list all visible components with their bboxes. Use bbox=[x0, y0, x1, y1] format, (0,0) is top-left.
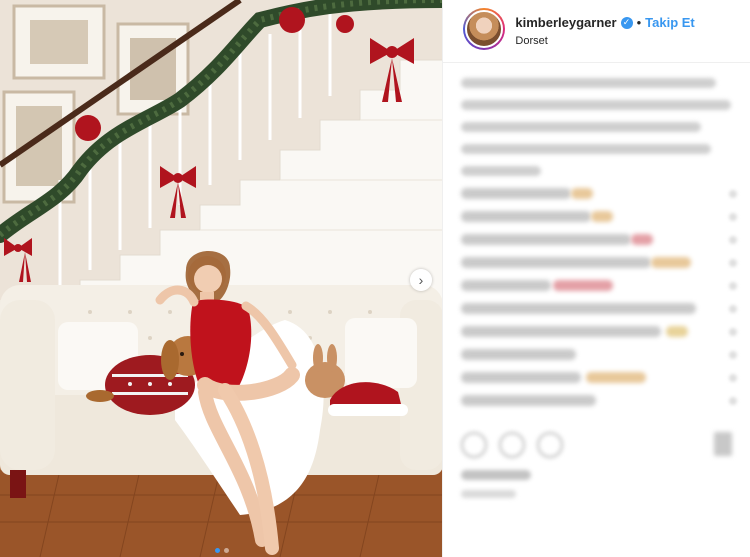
comment-row bbox=[461, 372, 743, 384]
like-icon[interactable] bbox=[461, 432, 488, 458]
post-photo[interactable]: › bbox=[0, 0, 443, 557]
photo-illustration bbox=[0, 0, 443, 557]
comment-row bbox=[461, 257, 743, 269]
comment-row bbox=[461, 349, 743, 361]
carousel-dot bbox=[223, 548, 229, 553]
user-line: kimberleygarner ✓ • Takip Et bbox=[515, 15, 694, 30]
username-link[interactable]: kimberleygarner bbox=[515, 15, 616, 30]
comments-blurred bbox=[461, 188, 743, 418]
caption-blurred bbox=[461, 78, 743, 188]
avatar[interactable] bbox=[463, 8, 506, 50]
next-slide-button[interactable]: › bbox=[410, 269, 432, 291]
location-link[interactable]: Dorset bbox=[515, 35, 547, 47]
comment-icon[interactable] bbox=[499, 432, 526, 458]
likes-count-blurred bbox=[461, 470, 532, 480]
comment-row bbox=[461, 326, 743, 338]
post-modal: › kimberleygarner ✓ • Takip Et Dorset bbox=[0, 0, 750, 557]
follow-button[interactable]: Takip Et bbox=[645, 15, 695, 30]
comment-row bbox=[461, 395, 743, 407]
chevron-right-icon: › bbox=[418, 272, 424, 288]
avatar-image bbox=[465, 10, 504, 48]
post-header: kimberleygarner ✓ • Takip Et Dorset bbox=[443, 0, 750, 63]
comment-row bbox=[461, 303, 743, 315]
verified-badge-icon: ✓ bbox=[620, 16, 633, 29]
post-date-blurred bbox=[461, 490, 517, 498]
share-icon[interactable] bbox=[537, 432, 564, 458]
carousel-indicator bbox=[0, 548, 442, 553]
carousel-dot bbox=[214, 548, 220, 553]
separator-dot: • bbox=[636, 15, 642, 30]
comment-row bbox=[461, 188, 743, 200]
comment-row bbox=[461, 280, 743, 292]
bookmark-icon[interactable] bbox=[714, 432, 732, 456]
comment-row bbox=[461, 234, 743, 246]
comment-row bbox=[461, 211, 743, 223]
post-sidebar: kimberleygarner ✓ • Takip Et Dorset bbox=[442, 0, 750, 557]
action-bar bbox=[461, 432, 564, 458]
